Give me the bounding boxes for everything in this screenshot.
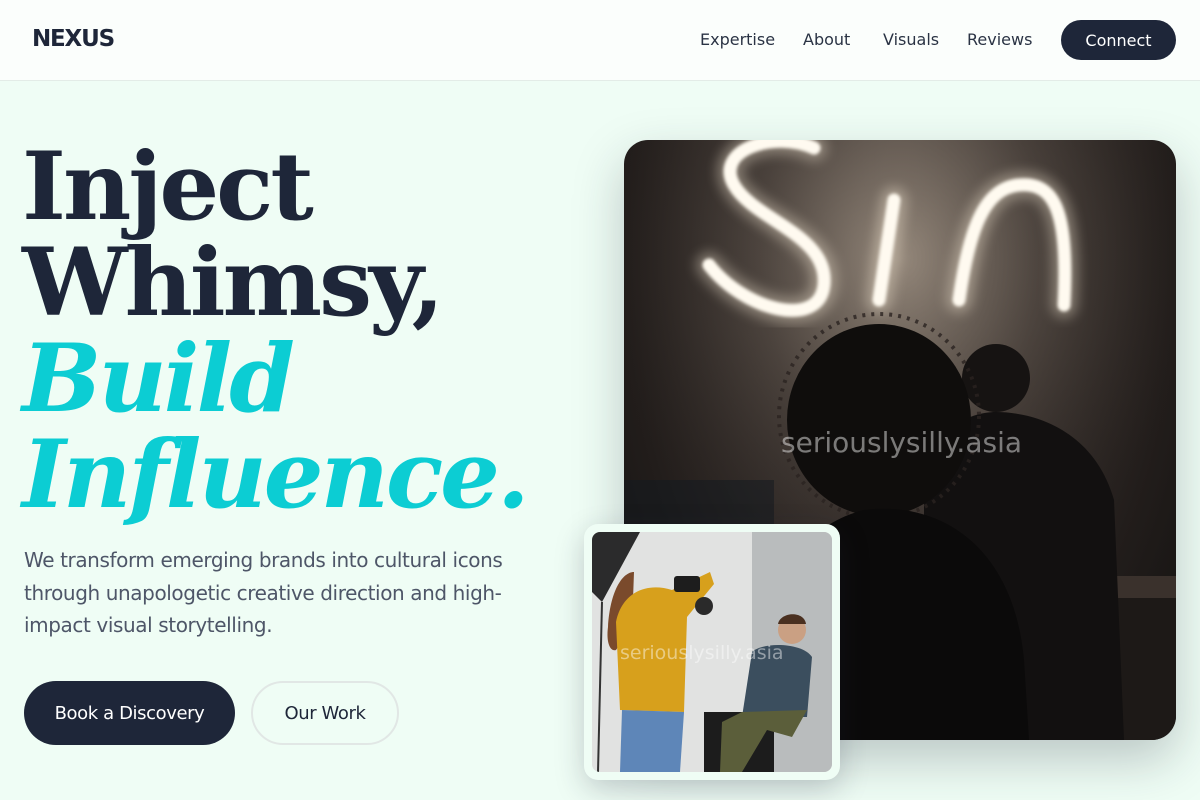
book-discovery-button[interactable]: Book a Discovery bbox=[24, 681, 235, 745]
inset-photo: seriouslysilly.asia bbox=[592, 532, 832, 772]
connect-button[interactable]: Connect bbox=[1061, 20, 1176, 60]
hero-subtitle: We transform emerging brands into cultur… bbox=[24, 548, 503, 637]
headline-line-3: Build bbox=[22, 324, 295, 434]
nav-link-expertise[interactable]: Expertise bbox=[700, 30, 775, 49]
logo[interactable]: NEXUS bbox=[32, 26, 115, 52]
main-photo-watermark: seriouslysilly.asia bbox=[781, 426, 1023, 459]
headline-line-4: Influence. bbox=[22, 420, 530, 530]
site-header: NEXUS Expertise About Visuals Reviews Co… bbox=[0, 0, 1200, 81]
nav-link-visuals[interactable]: Visuals bbox=[883, 30, 939, 49]
inset-photo-watermark: seriouslysilly.asia bbox=[620, 642, 784, 664]
headline-line-2: Whimsy, bbox=[22, 228, 444, 338]
our-work-button[interactable]: Our Work bbox=[251, 681, 399, 745]
headline-line-1: Inject bbox=[22, 132, 314, 242]
nav-link-reviews[interactable]: Reviews bbox=[967, 30, 1032, 49]
inset-photo-frame: seriouslysilly.asia bbox=[584, 524, 840, 780]
nav-link-about[interactable]: About bbox=[803, 30, 850, 49]
